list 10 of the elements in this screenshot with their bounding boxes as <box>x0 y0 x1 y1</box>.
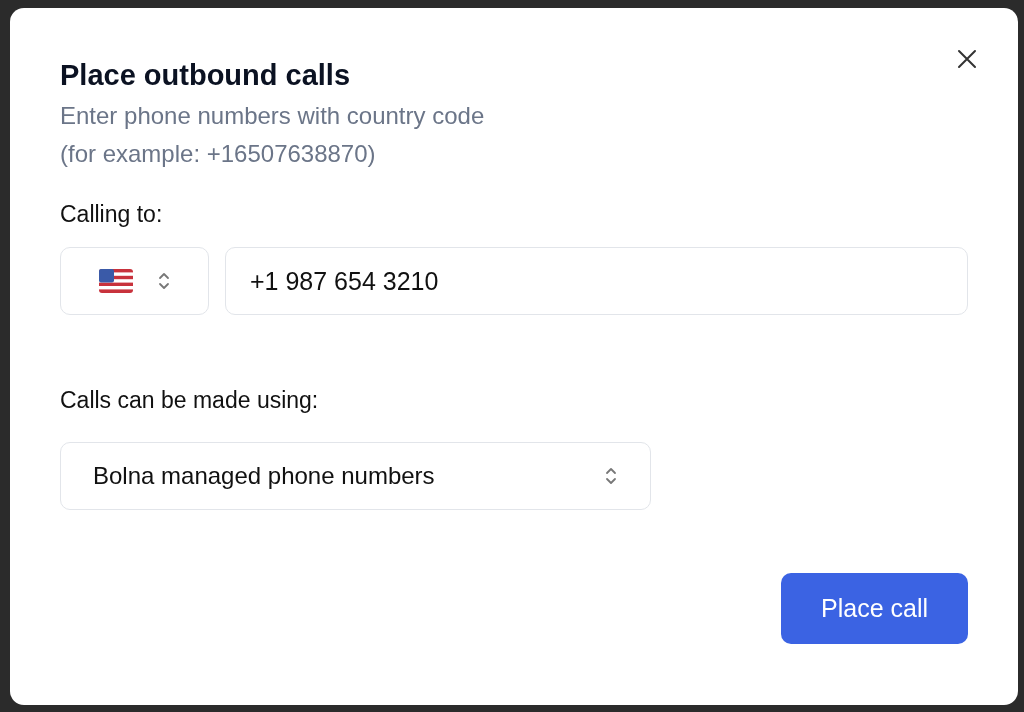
country-select[interactable] <box>60 247 209 316</box>
close-icon <box>956 48 978 70</box>
flag-icon <box>98 269 133 294</box>
phone-input[interactable]: +1 987 654 3210 <box>225 247 968 316</box>
field-label: Calling to: <box>60 199 164 229</box>
field-label: Calls can be made using: <box>60 386 320 416</box>
dialog-description: Enter phone numbers with country code (for example: +16507638870) <box>60 100 486 169</box>
place-call-button[interactable]: Place call <box>781 572 968 644</box>
dialog-title: Place outbound calls <box>60 58 352 93</box>
provider-select[interactable]: Bolna managed phone numbers <box>60 441 651 510</box>
